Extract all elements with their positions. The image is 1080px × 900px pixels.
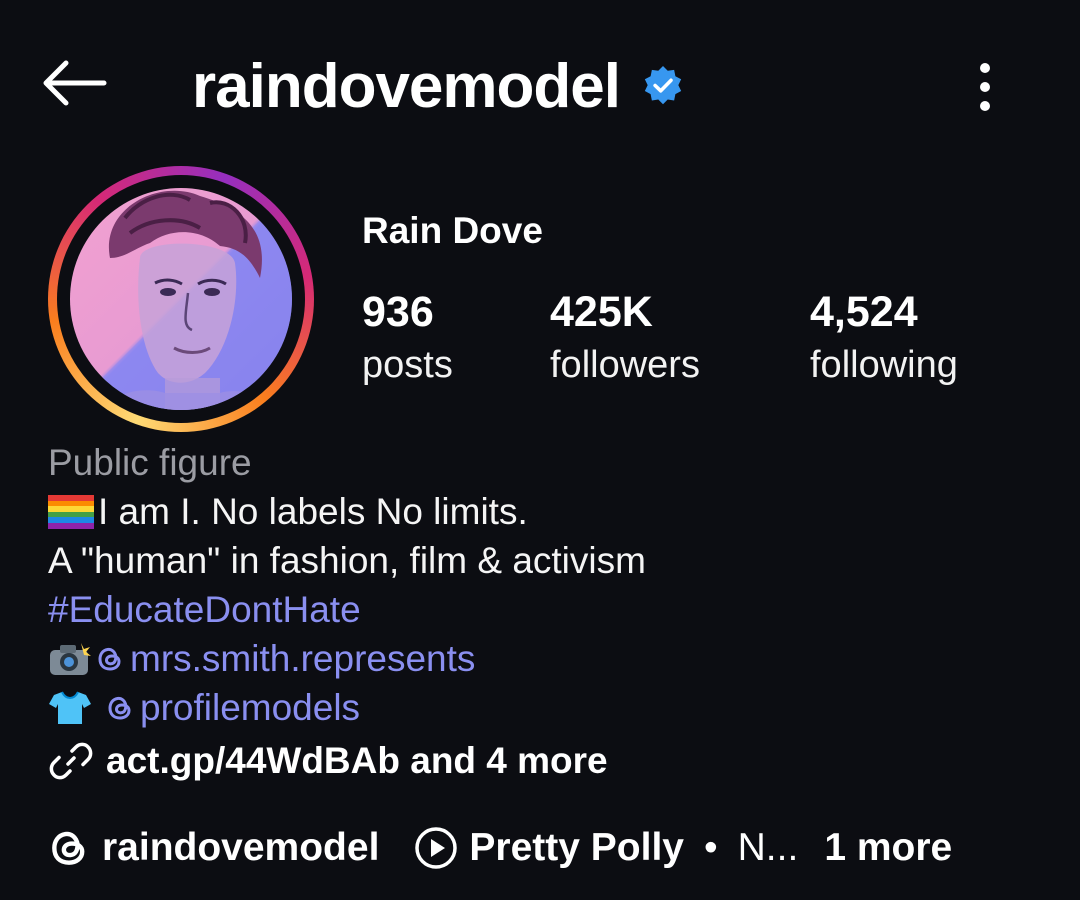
- threads-chip-label: raindovemodel: [102, 826, 380, 869]
- music-separator: •: [703, 826, 718, 869]
- threads-chip[interactable]: raindovemodel: [48, 826, 379, 870]
- category-label: Public figure: [48, 442, 252, 483]
- external-link-text: act.gp/44WdBAb and 4 more: [106, 740, 608, 781]
- arrow-left-icon: [43, 60, 107, 106]
- camera-flash-icon: [48, 639, 96, 679]
- username: raindovemodel: [192, 51, 621, 121]
- t-shirt-icon: [48, 688, 106, 728]
- mention-line-2[interactable]: profilemodels: [48, 683, 646, 732]
- bio: Public figure I am I. No labels No limit…: [48, 438, 646, 732]
- bio-line-1: I am I. No labels No limits.: [48, 487, 646, 536]
- rainbow-flag-icon: [48, 492, 98, 532]
- following-count: 4,524: [810, 288, 918, 336]
- mention-line-1[interactable]: mrs.smith.represents: [48, 634, 646, 683]
- profile-chips: raindovemodel Pretty Polly • N... 1 more: [48, 822, 952, 874]
- profile-page: raindovemodel Rain Dove 936 posts 425K f…: [0, 0, 1080, 900]
- external-link[interactable]: act.gp/44WdBAb and 4 more: [48, 736, 608, 786]
- following-label: following: [810, 344, 958, 386]
- mention-text-1: mrs.smith.represents: [130, 638, 476, 679]
- back-button[interactable]: [36, 48, 110, 118]
- posts-label: posts: [362, 344, 453, 386]
- followers-label: followers: [550, 344, 700, 386]
- play-circle-icon: [415, 827, 458, 869]
- mention-text-2: profilemodels: [140, 687, 361, 728]
- threads-mention-icon: [96, 643, 126, 675]
- bio-text-1: I am I. No labels No limits.: [98, 491, 528, 532]
- more-chip[interactable]: 1 more: [824, 826, 952, 870]
- more-options-button[interactable]: [960, 52, 1010, 122]
- header-title: raindovemodel: [192, 46, 684, 126]
- music-chip[interactable]: Pretty Polly • N...: [413, 825, 798, 871]
- followers-stat[interactable]: 425K followers: [550, 288, 700, 394]
- music-artist-truncated: N...: [737, 826, 799, 869]
- display-name: Rain Dove: [362, 210, 543, 251]
- bio-text-2: A "human" in fashion, film & activism: [48, 540, 646, 581]
- followers-count: 425K: [550, 288, 653, 336]
- music-title: Pretty Polly: [469, 826, 684, 869]
- link-icon: [49, 742, 93, 780]
- posts-stat[interactable]: 936 posts: [362, 288, 453, 394]
- hashtag-link[interactable]: #EducateDontHate: [48, 585, 646, 634]
- threads-mention-icon-2: [106, 692, 136, 724]
- story-ring[interactable]: [48, 166, 314, 432]
- verified-badge-icon: [642, 65, 684, 107]
- threads-icon: [52, 831, 85, 865]
- following-stat[interactable]: 4,524 following: [810, 288, 958, 394]
- more-vertical-icon: [980, 63, 990, 111]
- avatar[interactable]: [70, 188, 292, 410]
- posts-count: 936: [362, 288, 434, 336]
